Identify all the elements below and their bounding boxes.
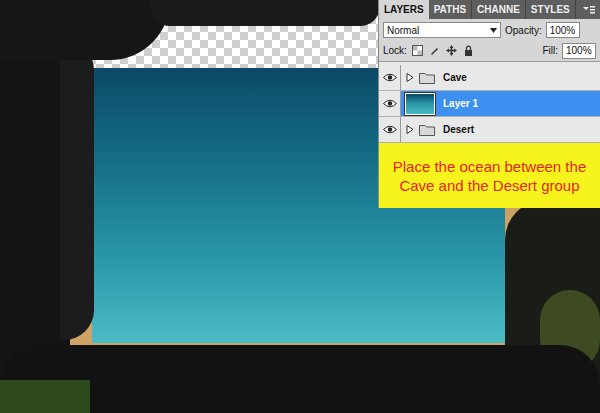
lock-label: Lock:	[383, 43, 407, 58]
panel-tab[interactable]: LAYERS	[379, 0, 429, 19]
eye-icon	[383, 73, 397, 82]
eye-icon	[383, 99, 397, 108]
fill-label: Fill:	[542, 43, 558, 58]
visibility-toggle[interactable]	[379, 117, 401, 142]
panel-tab[interactable]: STYLES	[526, 0, 576, 19]
blend-mode-value: Normal	[387, 23, 419, 38]
layer-thumbnail	[405, 93, 435, 115]
layer-name: Layer 1	[443, 96, 478, 111]
lock-transparency-icon[interactable]	[411, 44, 424, 57]
lock-row: Lock: Fill: 100%	[379, 40, 600, 62]
folder-icon	[418, 124, 435, 136]
moss-left	[0, 380, 90, 413]
callout-text: Place the ocean between the Cave and the…	[383, 157, 596, 195]
dropdown-arrow-icon	[489, 28, 497, 33]
folder-icon	[418, 72, 435, 84]
lock-all-icon[interactable]	[462, 44, 475, 57]
visibility-toggle[interactable]	[379, 91, 401, 116]
cave-rock-top	[150, 0, 380, 26]
opacity-value: 100%	[550, 23, 576, 38]
eye-icon	[383, 125, 397, 134]
fill-value: 100%	[566, 43, 592, 58]
visibility-toggle[interactable]	[379, 65, 401, 90]
cave-rock-bottom	[0, 345, 600, 413]
layers-panel: LAYERSPATHSCHANNESTYLES Normal Opacity: 100…	[378, 0, 600, 208]
layer-kind	[401, 124, 435, 136]
layer-name: Cave	[443, 70, 467, 85]
expand-triangle-icon	[405, 73, 414, 82]
layer-row[interactable]: Desert	[379, 117, 600, 143]
expand-triangle-icon	[405, 125, 414, 134]
blend-row: Normal Opacity: 100%	[379, 20, 600, 40]
lock-pixels-icon[interactable]	[428, 44, 441, 57]
layers-list: Cave Layer 1 Desert	[379, 62, 600, 143]
panel-tab[interactable]: PATHS	[429, 0, 472, 19]
lock-position-icon[interactable]	[445, 44, 458, 57]
opacity-label: Opacity:	[505, 23, 542, 38]
instruction-callout: Place the ocean between the Cave and the…	[379, 143, 600, 208]
layer-row[interactable]: Cave	[379, 65, 600, 91]
layer-row[interactable]: Layer 1	[379, 91, 600, 117]
cave-rock-left-edge	[60, 40, 94, 340]
panel-tab[interactable]: CHANNE	[472, 0, 526, 19]
panel-menu-icon	[581, 0, 597, 19]
layer-name: Desert	[443, 122, 474, 137]
photoshop-screen: LAYERSPATHSCHANNESTYLES Normal Opacity: 100…	[0, 0, 600, 413]
tab-spacer	[576, 0, 581, 19]
layer-kind	[401, 72, 435, 84]
fill-field[interactable]: 100%	[562, 43, 596, 59]
layer-kind	[401, 93, 435, 115]
blend-mode-select[interactable]: Normal	[383, 22, 501, 38]
opacity-field[interactable]: 100%	[546, 22, 580, 38]
panel-tab-bar: LAYERSPATHSCHANNESTYLES	[379, 0, 600, 19]
